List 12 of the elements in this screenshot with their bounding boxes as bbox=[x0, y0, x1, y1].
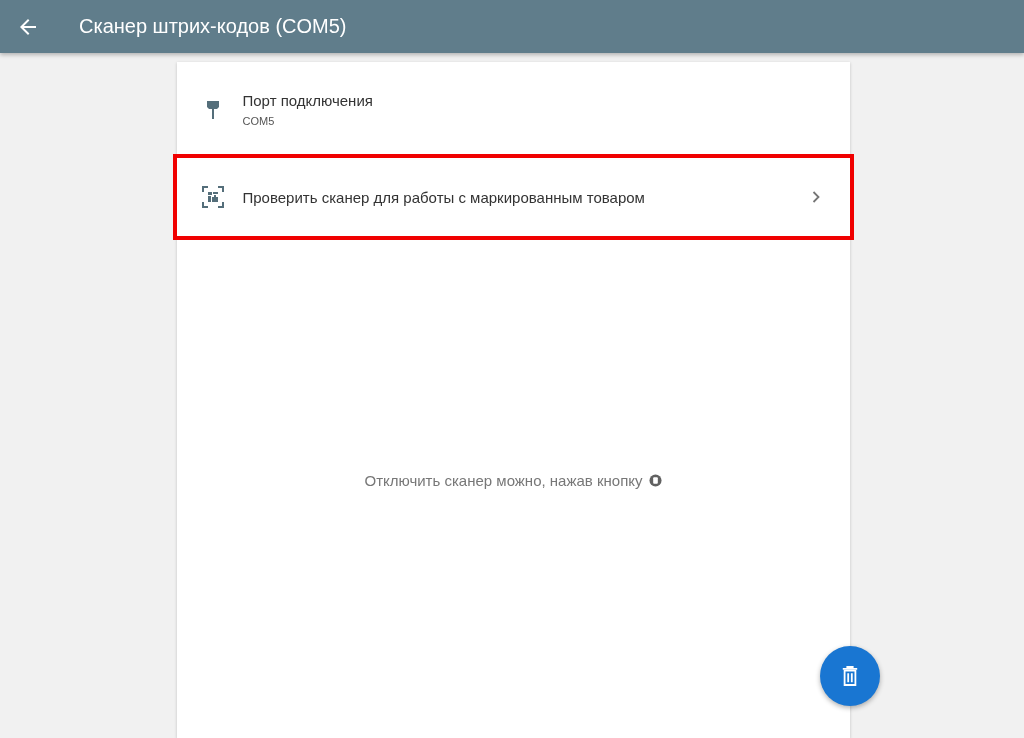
item-title: Порт подключения bbox=[242, 91, 374, 109]
trash-icon bbox=[841, 666, 859, 686]
item-value: COM5 bbox=[242, 114, 276, 127]
item-title: Проверить сканер для работы с маркированным товаром bbox=[242, 188, 646, 206]
scan-code-icon bbox=[200, 185, 225, 209]
settings-item[interactable]: Порт подключения COM5 bbox=[172, 72, 854, 146]
settings-item[interactable]: Проверить сканер для работы с маркированным товаром bbox=[172, 154, 854, 240]
window-title: Сканер штрих-кодов (COM5) bbox=[79, 15, 347, 38]
hint-text: Отключить сканер можно, нажав кнопку bbox=[364, 472, 643, 489]
power-icon bbox=[648, 474, 662, 487]
delete-button[interactable] bbox=[820, 646, 880, 706]
chevron-right-icon bbox=[811, 191, 820, 203]
